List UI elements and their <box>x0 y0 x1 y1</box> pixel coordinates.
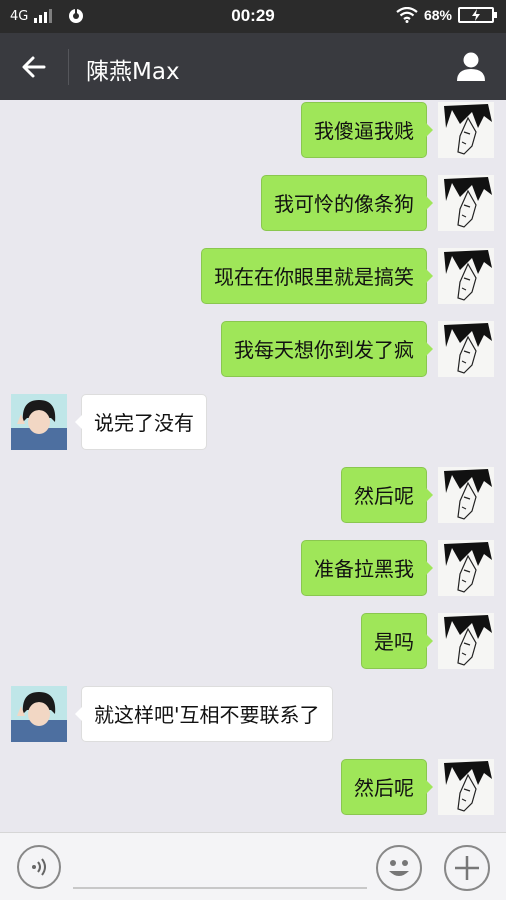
battery-icon <box>458 7 497 23</box>
message-bubble[interactable]: 我傻逼我贱 <box>301 102 433 158</box>
my-avatar[interactable] <box>438 102 494 158</box>
message-list[interactable]: 我傻逼我贱 我可怜的像条狗 现在在你眼里就是搞笑 我每天想你到发了疯 说完了没有 然后呢准… <box>0 100 506 832</box>
message-bubble[interactable]: 然后呢 <box>341 467 433 523</box>
emoji-button[interactable] <box>376 845 422 891</box>
input-bar <box>0 832 506 900</box>
message-bubble[interactable]: 现在在你眼里就是搞笑 <box>201 248 433 304</box>
header-divider <box>68 49 69 85</box>
received-message[interactable]: 说完了没有 <box>0 393 506 451</box>
voice-button[interactable] <box>17 845 61 889</box>
back-button[interactable] <box>18 51 50 83</box>
message-input[interactable] <box>73 887 367 889</box>
message-bubble[interactable]: 是吗 <box>361 613 433 669</box>
message-bubble[interactable]: 然后呢 <box>341 759 433 815</box>
sent-message[interactable]: 我傻逼我贱 <box>0 101 506 159</box>
profile-button[interactable] <box>454 49 488 83</box>
message-bubble[interactable]: 准备拉黑我 <box>301 540 433 596</box>
sent-message[interactable]: 然后呢 <box>0 758 506 816</box>
my-avatar[interactable] <box>438 175 494 231</box>
chat-header: 陳燕Max <box>0 33 506 100</box>
my-avatar[interactable] <box>438 759 494 815</box>
arrow-left-icon <box>22 56 46 78</box>
contact-avatar[interactable] <box>11 394 67 450</box>
my-avatar[interactable] <box>438 467 494 523</box>
my-avatar[interactable] <box>438 321 494 377</box>
message-bubble[interactable]: 我每天想你到发了疯 <box>221 321 433 377</box>
my-avatar[interactable] <box>438 540 494 596</box>
sent-message[interactable]: 现在在你眼里就是搞笑 <box>0 247 506 305</box>
received-message[interactable]: 就这样吧'互相不要联系了 <box>0 685 506 743</box>
message-bubble[interactable]: 就这样吧'互相不要联系了 <box>75 686 333 742</box>
battery-percent: 68% <box>423 7 452 23</box>
my-avatar[interactable] <box>438 248 494 304</box>
voice-icon <box>32 858 46 876</box>
sent-message[interactable]: 然后呢 <box>0 466 506 524</box>
sent-message[interactable]: 我每天想你到发了疯 <box>0 320 506 378</box>
chat-title: 陳燕Max <box>86 59 180 85</box>
sent-message[interactable]: 我可怜的像条狗 <box>0 174 506 232</box>
status-right: 68% <box>396 7 497 23</box>
my-avatar[interactable] <box>438 613 494 669</box>
smiley-icon <box>389 860 409 876</box>
person-icon <box>457 52 485 81</box>
wifi-icon <box>396 7 418 23</box>
more-button[interactable] <box>444 845 490 891</box>
message-bubble[interactable]: 我可怜的像条狗 <box>261 175 433 231</box>
sent-message[interactable]: 是吗 <box>0 612 506 670</box>
status-bar: 4G 00:29 68% <box>0 0 506 33</box>
message-bubble[interactable]: 说完了没有 <box>75 394 207 450</box>
contact-avatar[interactable] <box>11 686 67 742</box>
plus-icon <box>455 856 479 880</box>
sent-message[interactable]: 准备拉黑我 <box>0 539 506 597</box>
